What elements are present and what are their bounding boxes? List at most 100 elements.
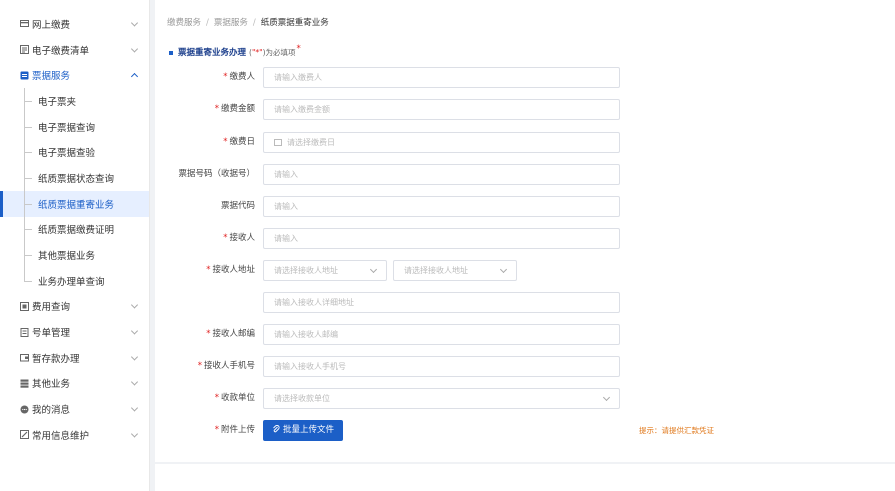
chevron-down-icon: [602, 393, 611, 402]
form-row-payee: * 收款单位 请选择收款单位: [155, 388, 895, 409]
menu-item-online-payment[interactable]: 网上缴费: [0, 11, 149, 37]
attachment-label: * 附件上传: [214, 425, 255, 435]
chevron-down-icon: [130, 430, 139, 438]
date-label: * 缴费日: [223, 137, 255, 147]
chevron-down-icon: [369, 265, 378, 274]
postcode-input[interactable]: 请输入接收人邮编: [263, 324, 620, 345]
receipt-no-label: 票据号码（收据号）: [178, 169, 255, 179]
breadcrumb-item[interactable]: 缴费服务: [167, 18, 201, 28]
select-placeholder: 请选择接收人地址: [404, 266, 468, 275]
date-picker[interactable]: 请选择缴费日: [263, 132, 620, 153]
batch-upload-label: 批量上传文件: [283, 425, 335, 435]
payer-label: * 缴费人: [223, 72, 255, 82]
payee-label: * 收款单位: [214, 393, 255, 403]
main-panel: 缴费服务 / 票据服务 / 纸质票据重寄业务 票据重寄业务办理 ("*")为必填项* * 缴…: [155, 0, 895, 462]
form-row-receipt-no: 票据号码（收据号） 请输入: [155, 164, 895, 185]
breadcrumb-item[interactable]: 票据服务: [214, 18, 248, 28]
phone-label: * 接收人手机号: [197, 361, 255, 371]
breadcrumb-current: 纸质票据重寄业务: [260, 18, 329, 28]
sidebar-subitem-paper-status[interactable]: 纸质票据状态查询: [0, 165, 149, 191]
phone-input[interactable]: 请输入接收人手机号: [263, 356, 620, 377]
document-icon: [20, 327, 29, 337]
chevron-down-icon: [130, 44, 139, 53]
address-label: * 接收人地址: [206, 265, 255, 275]
chevron-down-icon: [499, 265, 508, 274]
amount-label: * 缴费金额: [214, 104, 255, 114]
form-row-phone: * 接收人手机号 请输入接收人手机号: [155, 356, 895, 377]
chevron-down-icon: [130, 19, 139, 27]
date-placeholder: 请选择缴费日: [287, 138, 335, 147]
sidebar-subitem-e-wallet[interactable]: 电子票夹: [0, 88, 149, 114]
menu-item-label: 号单管理: [32, 328, 71, 340]
chevron-down-icon: [130, 301, 139, 309]
menu-item-info-maintenance[interactable]: 常用信息维护: [0, 422, 149, 448]
receipt-code-input[interactable]: 请输入: [263, 196, 620, 217]
receipt-code-label: 票据代码: [220, 201, 255, 211]
menu-item-label: 其他业务: [32, 379, 71, 391]
chevron-down-icon: [130, 378, 139, 387]
sub-item-label: 电子票据查询: [38, 122, 96, 134]
list-icon: [20, 45, 29, 55]
sidebar-subitem-paper-certificate[interactable]: 纸质票据缴费证明: [0, 216, 149, 243]
menu-item-label: 电子缴费清单: [32, 45, 90, 57]
sidebar-subitem-e-receipt-query[interactable]: 电子票据查询: [0, 113, 149, 140]
batch-upload-button[interactable]: 批量上传文件: [263, 420, 344, 441]
form-row-recipient: * 接收人 请输入: [155, 228, 895, 249]
form-row-attachment: * 附件上传 批量上传文件 提示：请提供汇款凭证: [155, 420, 895, 441]
menu-item-number-management[interactable]: 号单管理: [0, 319, 149, 345]
paperclip-icon: [273, 425, 280, 433]
menu-item-receipt-service[interactable]: 票据服务: [0, 62, 149, 88]
recipient-label: * 接收人: [223, 233, 255, 243]
form-row-address-detail: 请输入接收人详细地址: [155, 292, 895, 313]
sub-item-label: 电子票夹: [38, 96, 77, 108]
required-star: *: [296, 44, 301, 54]
menu-item-my-messages[interactable]: 我的消息: [0, 396, 149, 422]
form-row-postcode: * 接收人邮编 请输入接收人邮编: [155, 324, 895, 345]
sub-item-label: 其他票据业务: [38, 251, 96, 263]
edit-icon: [20, 430, 29, 440]
receipt-icon: [20, 71, 29, 80]
payer-input[interactable]: 请输入缴费人: [263, 67, 620, 88]
calendar-icon: [274, 139, 282, 146]
chevron-down-icon: [130, 404, 139, 412]
recipient-input[interactable]: 请输入: [263, 228, 620, 249]
chevron-up-icon: [130, 73, 139, 81]
menu-item-fee-query[interactable]: 费用查询: [0, 294, 149, 320]
address-select-1[interactable]: 请选择接收人地址: [263, 260, 387, 281]
form-title: 票据重寄业务办理 ("*")为必填项*: [169, 44, 301, 58]
main-footer-area: [155, 464, 895, 491]
app-root: 网上缴费 电子缴费清单 票据服务 电子票夹 电子票据查询 电子票据查验 纸质票据…: [0, 0, 895, 491]
required-note: ("*")为必填项: [249, 48, 296, 57]
form-title-text: 票据重寄业务办理: [178, 48, 247, 58]
card-icon: [20, 19, 29, 28]
sidebar-subitem-e-receipt-verify[interactable]: 电子票据查验: [0, 139, 149, 166]
receipt-no-input[interactable]: 请输入: [263, 164, 620, 185]
upload-tip: 提示：请提供汇款凭证: [639, 426, 714, 435]
title-marker: [169, 50, 173, 55]
sub-item-label: 电子票据查验: [38, 148, 96, 160]
sub-item-label: 纸质票据缴费证明: [38, 225, 115, 237]
menu-item-payment-list[interactable]: 电子缴费清单: [0, 37, 149, 63]
menu-item-deposit[interactable]: 暂存款办理: [0, 345, 149, 371]
select-placeholder: 请选择接收人地址: [274, 266, 338, 275]
select-placeholder: 请选择收款单位: [274, 394, 330, 403]
postcode-label: * 接收人邮编: [206, 329, 255, 339]
form-row-amount: * 缴费金额 请输入缴费金额: [155, 99, 895, 120]
sidebar-subitem-other-receipt[interactable]: 其他票据业务: [0, 242, 149, 268]
amount-input[interactable]: 请输入缴费金额: [263, 99, 620, 120]
chevron-down-icon: [130, 327, 139, 335]
sub-item-label: 业务办理单查询: [38, 276, 105, 288]
query-icon: [20, 301, 29, 311]
sub-item-label: 纸质票据重寄业务: [38, 199, 115, 211]
address-select-2[interactable]: 请选择接收人地址: [393, 260, 517, 281]
address-detail-input[interactable]: 请输入接收人详细地址: [263, 292, 620, 313]
breadcrumb: 缴费服务 / 票据服务 / 纸质票据重寄业务: [167, 18, 329, 28]
menu-item-other-business[interactable]: 其他业务: [0, 371, 149, 397]
payee-select[interactable]: 请选择收款单位: [263, 388, 620, 409]
sidebar-subitem-order-query[interactable]: 业务办理单查询: [0, 267, 149, 294]
sub-item-label: 纸质票据状态查询: [38, 173, 115, 185]
sidebar: 网上缴费 电子缴费清单 票据服务 电子票夹 电子票据查询 电子票据查验 纸质票据…: [0, 0, 150, 491]
menu-item-label: 常用信息维护: [32, 430, 90, 442]
chevron-down-icon: [130, 353, 139, 361]
sidebar-subitem-paper-resend[interactable]: 纸质票据重寄业务: [0, 190, 149, 217]
